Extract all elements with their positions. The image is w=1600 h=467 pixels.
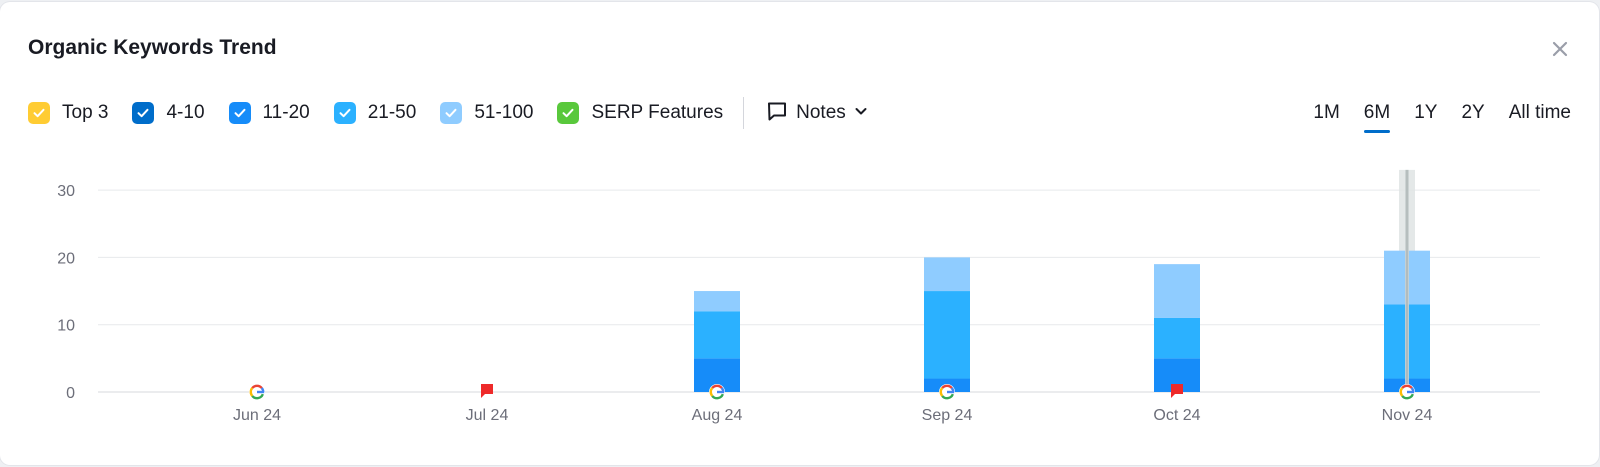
legend-label: SERP Features bbox=[591, 102, 724, 123]
bar-segment bbox=[694, 311, 740, 359]
hover-line-center bbox=[1406, 169, 1408, 392]
tab-1y[interactable]: 1Y bbox=[1414, 102, 1437, 124]
flag-icon bbox=[1171, 384, 1183, 398]
legend-top3[interactable]: Top 3 bbox=[28, 102, 108, 124]
legend-label: 21-50 bbox=[367, 102, 417, 123]
tab-2y[interactable]: 2Y bbox=[1461, 102, 1484, 124]
notes-dropdown[interactable]: Notes bbox=[766, 100, 868, 127]
y-tick-label: 20 bbox=[57, 250, 75, 267]
keywords-trend-card: Organic Keywords Trend Top 3 4-10 11-20 … bbox=[0, 2, 1599, 465]
x-tick-label: Oct 24 bbox=[1153, 407, 1200, 424]
bar-segment bbox=[694, 291, 740, 312]
tab-6m[interactable]: 6M bbox=[1363, 102, 1391, 133]
widget-title: Organic Keywords Trend bbox=[28, 36, 277, 59]
x-tick-label: Jul 24 bbox=[466, 407, 509, 424]
x-tick-label: Aug 24 bbox=[692, 407, 743, 424]
keywords-chart: 0 10 20 30 Jun 24 Jul 24 Aug 24 Sep 24 Oct 24 Nov… bbox=[57, 169, 1540, 424]
legend-serp-features[interactable]: SERP Features bbox=[557, 102, 723, 124]
bar-segment bbox=[1154, 317, 1200, 359]
bar-segment bbox=[1154, 264, 1200, 318]
x-tick-label: Nov 24 bbox=[1382, 407, 1433, 424]
bar-segment bbox=[924, 291, 970, 379]
y-tick-label: 10 bbox=[57, 318, 75, 335]
legend-divider bbox=[743, 97, 745, 129]
legend: Top 3 4-10 11-20 21-50 51-100 SERP Featu… bbox=[28, 97, 868, 129]
legend-label: 11-20 bbox=[262, 102, 310, 123]
checkbox-icon[interactable] bbox=[333, 102, 356, 124]
legend-label: Top 3 bbox=[62, 102, 109, 123]
chevron-down-icon bbox=[854, 104, 868, 123]
comment-icon bbox=[766, 100, 788, 127]
bar-segment bbox=[924, 257, 970, 292]
legend-21-50[interactable]: 21-50 bbox=[333, 102, 417, 124]
checkbox-icon[interactable] bbox=[132, 102, 155, 124]
close-icon[interactable] bbox=[1549, 38, 1571, 60]
legend-11-20[interactable]: 11-20 bbox=[228, 102, 310, 124]
notes-label: Notes bbox=[796, 102, 846, 123]
flag-icon bbox=[481, 384, 493, 398]
checkbox-icon[interactable] bbox=[228, 102, 251, 124]
y-tick-label: 30 bbox=[57, 183, 75, 200]
x-tick-label: Jun 24 bbox=[233, 407, 281, 424]
legend-label: 4-10 bbox=[166, 102, 205, 123]
tab-all-time[interactable]: All time bbox=[1509, 102, 1571, 124]
checkbox-icon[interactable] bbox=[557, 102, 580, 124]
legend-51-100[interactable]: 51-100 bbox=[440, 102, 533, 124]
checkbox-icon[interactable] bbox=[28, 102, 50, 124]
legend-label: 51-100 bbox=[474, 102, 534, 123]
x-tick-label: Sep 24 bbox=[922, 407, 973, 424]
checkbox-icon[interactable] bbox=[440, 102, 463, 124]
y-tick-label: 0 bbox=[66, 385, 75, 402]
legend-4-10[interactable]: 4-10 bbox=[132, 102, 205, 124]
tab-1m[interactable]: 1M bbox=[1313, 102, 1339, 124]
range-tabs: 1M 6M 1Y 2Y All time bbox=[1289, 99, 1571, 133]
